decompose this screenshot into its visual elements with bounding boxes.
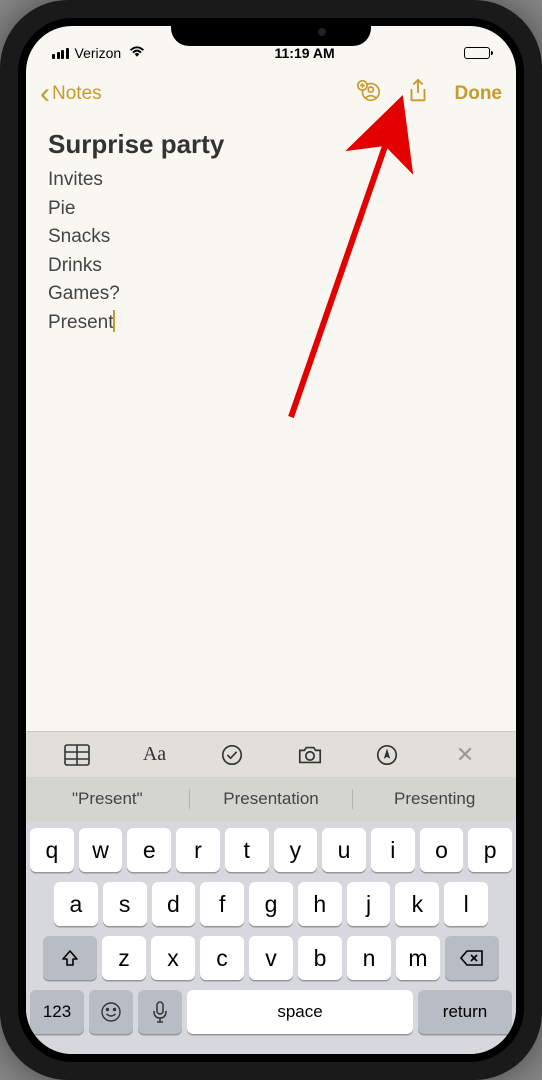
notch <box>171 18 371 46</box>
key-b[interactable]: b <box>298 936 342 980</box>
key-f[interactable]: f <box>200 882 244 926</box>
key-k[interactable]: k <box>395 882 439 926</box>
key-g[interactable]: g <box>249 882 293 926</box>
key-h[interactable]: h <box>298 882 342 926</box>
key-a[interactable]: a <box>54 882 98 926</box>
key-c[interactable]: c <box>200 936 244 980</box>
checklist-icon[interactable] <box>218 741 246 769</box>
key-q[interactable]: q <box>30 828 74 872</box>
suggestion[interactable]: Presenting <box>353 789 516 809</box>
battery-icon <box>464 47 490 59</box>
screen: Verizon 11:19 AM ‹ Notes <box>26 26 516 1054</box>
key-m[interactable]: m <box>396 936 440 980</box>
carrier-label: Verizon <box>75 45 122 61</box>
note-line: Pie <box>48 195 494 224</box>
clock: 11:19 AM <box>275 45 335 61</box>
nav-bar: ‹ Notes <box>26 70 516 119</box>
text-format-icon[interactable]: Aa <box>140 741 168 769</box>
back-button[interactable]: ‹ Notes <box>40 79 102 109</box>
signal-icon <box>52 48 69 59</box>
add-person-button[interactable] <box>355 78 381 109</box>
key-l[interactable]: l <box>444 882 488 926</box>
key-o[interactable]: o <box>420 828 464 872</box>
keyboard: q w e r t y u i o p a s d f g h <box>26 821 516 1054</box>
key-y[interactable]: y <box>274 828 318 872</box>
key-u[interactable]: u <box>322 828 366 872</box>
numbers-key[interactable]: 123 <box>30 990 84 1034</box>
key-v[interactable]: v <box>249 936 293 980</box>
key-t[interactable]: t <box>225 828 269 872</box>
key-p[interactable]: p <box>468 828 512 872</box>
chevron-left-icon: ‹ <box>40 79 50 109</box>
close-icon[interactable]: ✕ <box>451 741 479 769</box>
key-n[interactable]: n <box>347 936 391 980</box>
note-title: Surprise party <box>48 129 494 160</box>
key-z[interactable]: z <box>102 936 146 980</box>
note-line: Games? <box>48 280 494 309</box>
key-s[interactable]: s <box>103 882 147 926</box>
key-d[interactable]: d <box>152 882 196 926</box>
key-j[interactable]: j <box>347 882 391 926</box>
emoji-key[interactable] <box>89 990 133 1034</box>
key-e[interactable]: e <box>127 828 171 872</box>
table-icon[interactable] <box>63 741 91 769</box>
note-line: Snacks <box>48 223 494 252</box>
markup-icon[interactable] <box>373 741 401 769</box>
suggestion[interactable]: "Present" <box>26 789 190 809</box>
done-button[interactable]: Done <box>455 83 503 105</box>
key-i[interactable]: i <box>371 828 415 872</box>
dictation-key[interactable] <box>138 990 182 1034</box>
wifi-icon <box>125 45 145 61</box>
space-key[interactable]: space <box>187 990 413 1034</box>
key-x[interactable]: x <box>151 936 195 980</box>
format-toolbar: Aa ✕ <box>26 731 516 777</box>
note-line: Present <box>48 309 494 338</box>
note-line: Invites <box>48 166 494 195</box>
backspace-key[interactable] <box>445 936 499 980</box>
key-w[interactable]: w <box>79 828 123 872</box>
key-r[interactable]: r <box>176 828 220 872</box>
return-key[interactable]: return <box>418 990 512 1034</box>
note-line: Drinks <box>48 252 494 281</box>
back-label: Notes <box>52 83 102 105</box>
shift-key[interactable] <box>43 936 97 980</box>
phone-frame: Verizon 11:19 AM ‹ Notes <box>0 0 542 1080</box>
camera-icon[interactable] <box>296 741 324 769</box>
share-button[interactable] <box>405 78 431 109</box>
note-editor[interactable]: Surprise party Invites Pie Snacks Drinks… <box>26 119 516 731</box>
predictive-bar: "Present" Presentation Presenting <box>26 777 516 821</box>
suggestion[interactable]: Presentation <box>190 789 354 809</box>
